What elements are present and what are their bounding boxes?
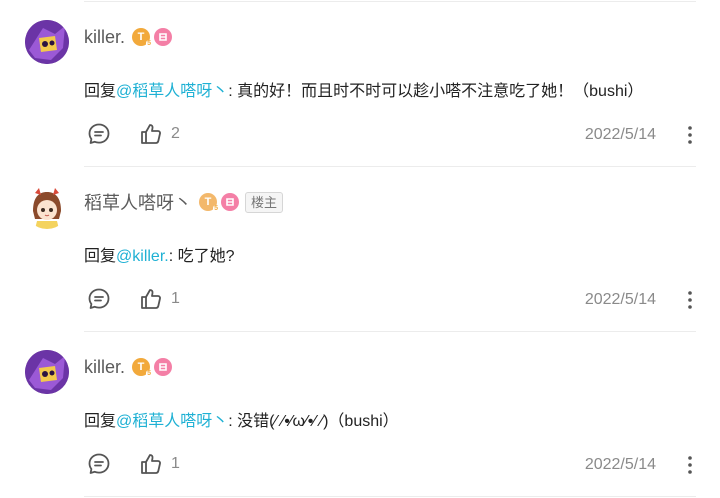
level-badge: T5 [199, 193, 219, 213]
comment-text: 回复@稻草人嗒呀丶: 真的好！而且时不时可以趁小嗒不注意吃了她！（bushi） [84, 81, 643, 103]
chat-bubble-icon [88, 123, 110, 144]
like-button[interactable]: 2 [139, 122, 180, 146]
like-count: 1 [171, 290, 180, 307]
mention-link[interactable]: @稻草人嗒呀丶 [116, 413, 228, 430]
user-row: killer. T5 [84, 355, 173, 379]
user-row: killer. T5 [84, 25, 173, 49]
comment-text: 回复@稻草人嗒呀丶: 没错(⁄ ⁄•⁄ω⁄•⁄ ⁄)（bushi） [84, 411, 399, 433]
username[interactable]: 稻草人嗒呀丶 [84, 189, 192, 215]
comment-item: killer. T5 回复@稻草人嗒呀丶: 真的好！而且时不时可以趁小嗒不注意吃… [0, 0, 720, 165]
mention-link[interactable]: @稻草人嗒呀丶 [116, 83, 228, 100]
reply-prefix: 回复 [84, 248, 117, 265]
reply-prefix: 回复 [84, 413, 117, 430]
thumbs-up-icon [141, 454, 161, 474]
chat-bubble-icon [88, 453, 110, 474]
comment-date: 2022/5/14 [584, 456, 656, 473]
comment-actions: 1 2022/5/14 [84, 287, 696, 313]
reply-button[interactable] [87, 122, 111, 146]
reply-button[interactable] [87, 452, 111, 476]
member-badge-icon [154, 28, 173, 46]
vertical-dots-icon [688, 126, 692, 144]
member-badge-icon [154, 358, 173, 376]
level-badge: T5 [132, 28, 153, 48]
avatar[interactable] [25, 185, 69, 229]
comment-item: killer. T5 回复@稻草人嗒呀丶: 没错(⁄ ⁄•⁄ω⁄•⁄ ⁄)（bu… [0, 330, 720, 495]
like-button[interactable]: 1 [139, 452, 180, 476]
comment-body: : 真的好！而且时不时可以趁小嗒不注意吃了她！（bushi） [228, 83, 644, 100]
comment-list: killer. T5 回复@稻草人嗒呀丶: 真的好！而且时不时可以趁小嗒不注意吃… [0, 0, 720, 498]
owner-tag: 楼主 [245, 191, 284, 213]
more-options-button[interactable] [684, 124, 696, 146]
username[interactable]: killer. [84, 357, 125, 378]
avatar[interactable] [25, 20, 69, 64]
comment-body: : 没错(⁄ ⁄•⁄ω⁄•⁄ ⁄)（bushi） [228, 413, 399, 430]
comment-item: 稻草人嗒呀丶 T5 楼主 回复@killer.: 吃了她? 1 2022/5/1… [0, 165, 720, 330]
comment-actions: 2 2022/5/14 [84, 122, 696, 148]
like-button[interactable]: 1 [139, 287, 180, 311]
level-badge: T5 [132, 358, 153, 378]
vertical-dots-icon [688, 456, 692, 474]
mention-link[interactable]: @killer. [116, 248, 169, 265]
reply-prefix: 回复 [84, 83, 117, 100]
comment-date: 2022/5/14 [584, 126, 656, 143]
divider [84, 496, 696, 497]
thumbs-up-icon [141, 289, 161, 309]
avatar[interactable] [25, 350, 69, 394]
username[interactable]: killer. [84, 27, 125, 48]
like-count: 2 [171, 125, 180, 142]
member-badge-icon [221, 193, 239, 211]
more-options-button[interactable] [684, 289, 696, 311]
user-row: 稻草人嗒呀丶 T5 楼主 [84, 189, 284, 215]
reply-button[interactable] [87, 287, 111, 311]
comment-text: 回复@killer.: 吃了她? [84, 246, 235, 268]
comment-body: : 吃了她? [168, 248, 235, 265]
more-options-button[interactable] [684, 454, 696, 476]
like-count: 1 [171, 455, 180, 472]
chat-bubble-icon [88, 288, 110, 309]
thumbs-up-icon [141, 124, 161, 144]
comment-actions: 1 2022/5/14 [84, 452, 696, 478]
vertical-dots-icon [688, 291, 692, 309]
comment-date: 2022/5/14 [584, 291, 656, 308]
